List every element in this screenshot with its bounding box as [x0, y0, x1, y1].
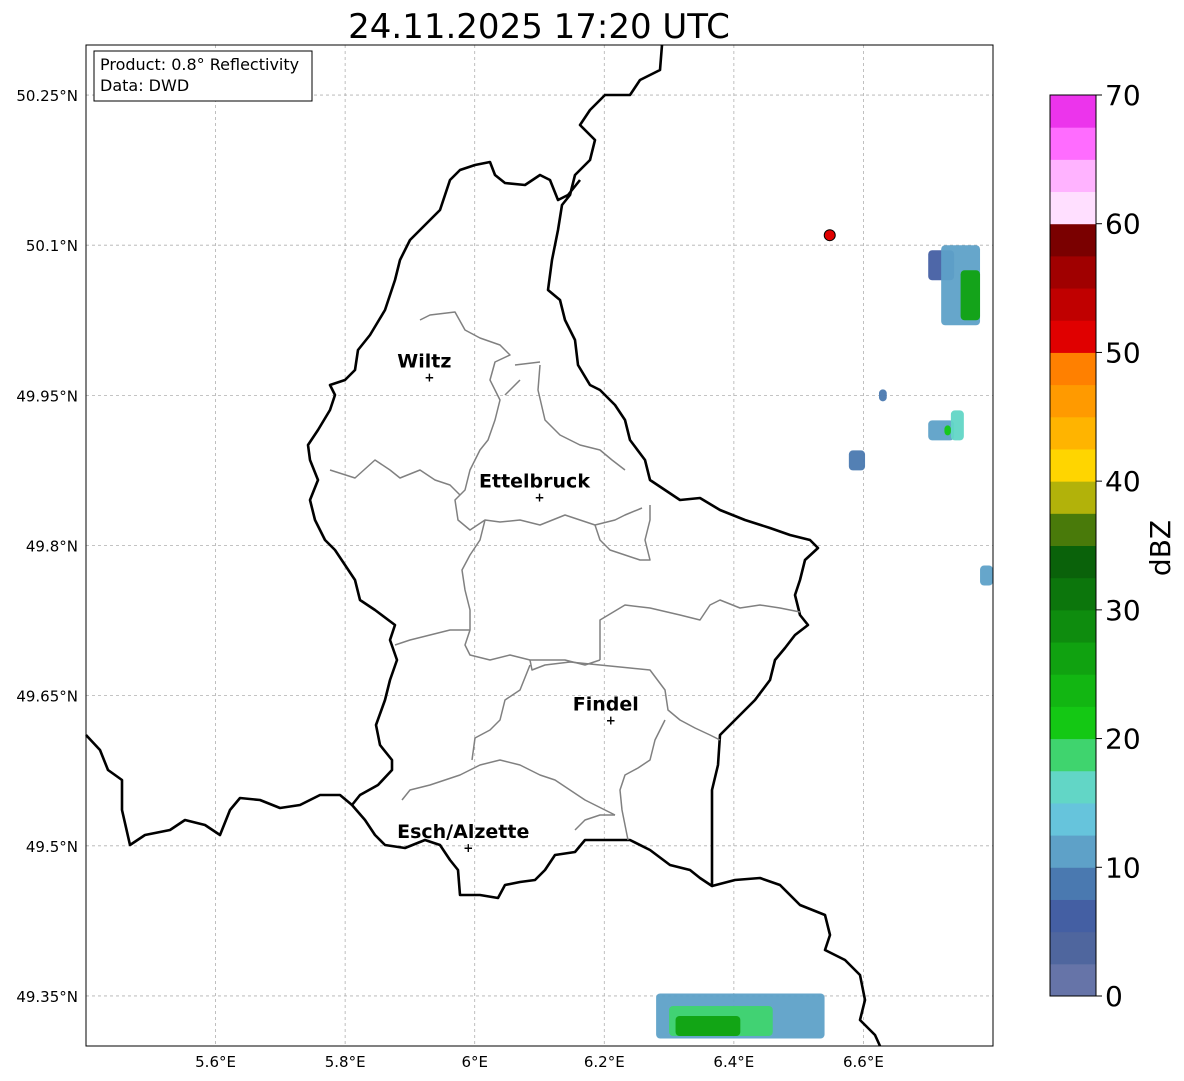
colorbar-segment [1050, 738, 1096, 772]
city-label: Esch/Alzette [397, 821, 529, 843]
colorbar-segment [1050, 545, 1096, 579]
map-title: 24.11.2025 17:20 UTC [348, 7, 730, 47]
city-label: Wiltz [397, 350, 451, 372]
colorbar-segment [1050, 609, 1096, 643]
colorbar-tick-label: 50 [1105, 336, 1141, 369]
lat-tick-label: 49.65°N [16, 688, 78, 706]
lat-tick-label: 49.8°N [26, 538, 78, 556]
radar-echo [675, 1015, 741, 1036]
colorbar-segment [1050, 159, 1096, 193]
lon-tick-label: 6.2°E [584, 1053, 625, 1071]
radar-echo [960, 270, 981, 321]
info-box: Product: 0.8° Reflectivity Data: DWD [93, 50, 313, 102]
colorbar-segment [1050, 931, 1096, 965]
colorbar-segment [1050, 191, 1096, 225]
city-marker: + [424, 370, 434, 384]
colorbar-segment [1050, 867, 1096, 900]
colorbar-segment [1050, 448, 1096, 482]
colorbar-segment [1050, 127, 1096, 160]
lat-tick-label: 49.5°N [26, 838, 78, 856]
radar-echo [950, 410, 964, 441]
colorbar-segment [1050, 255, 1096, 289]
colorbar-segment [1050, 963, 1096, 997]
colorbar-segment [1050, 320, 1096, 353]
colorbar-tick-label: 40 [1105, 465, 1141, 498]
city-marker: + [534, 490, 544, 504]
colorbar-segment [1050, 577, 1096, 611]
lon-tick-label: 6.6°E [843, 1053, 884, 1071]
map-panel: +Wiltz+Ettelbruck+Findel+Esch/Alzette [85, 44, 994, 1047]
colorbar-segment [1050, 674, 1096, 707]
colorbar-segment [1050, 95, 1096, 128]
colorbar-tick-label: 70 [1105, 79, 1141, 112]
colorbar: 0 10 20 30 40 50 60 70 [1049, 79, 1141, 1013]
colorbar-segment [1050, 706, 1096, 740]
radar-echo [848, 450, 866, 471]
colorbar-tick-label: 20 [1105, 723, 1141, 756]
lon-tick-label: 5.6°E [195, 1053, 236, 1071]
colorbar-segment [1050, 416, 1096, 450]
info-data-source: Data: DWD [100, 76, 189, 95]
colorbar-segment [1050, 513, 1096, 546]
colorbar-tick-label: 0 [1105, 980, 1123, 1013]
city-marker: + [463, 841, 473, 855]
lat-tick-label: 49.95°N [16, 387, 78, 405]
lat-tick-label: 50.25°N [16, 87, 78, 105]
city-marker: + [606, 714, 616, 728]
city-label: Findel [573, 694, 639, 716]
colorbar-segment [1050, 642, 1096, 675]
lon-tick-label: 6°E [461, 1053, 488, 1071]
radar-echo [980, 565, 993, 586]
lat-tick-label: 50.1°N [26, 237, 78, 255]
radar-map-figure: 24.11.2025 17:20 UTC +Wiltz+Ettelbruck+F… [16, 7, 1177, 1071]
radar-echo [878, 389, 887, 402]
colorbar-segment [1050, 384, 1096, 418]
lon-tick-label: 5.8°E [325, 1053, 366, 1071]
radar-site-marker [823, 229, 836, 242]
colorbar-segment [1050, 770, 1096, 804]
radar-echo [944, 425, 951, 436]
colorbar-label: dBZ [1144, 520, 1177, 576]
colorbar-segment [1050, 288, 1096, 321]
colorbar-segment [1050, 835, 1096, 868]
colorbar-tick-label: 10 [1105, 851, 1141, 884]
colorbar-segment [1050, 481, 1096, 514]
colorbar-segment [1050, 352, 1096, 386]
radar-site-layer [823, 229, 836, 242]
lon-tick-label: 6.4°E [713, 1053, 754, 1071]
colorbar-segment [1050, 802, 1096, 836]
colorbar-segment [1050, 899, 1096, 933]
colorbar-tick-label: 60 [1105, 208, 1141, 241]
info-product: Product: 0.8° Reflectivity [100, 55, 299, 74]
colorbar-segment [1050, 223, 1096, 257]
city-label: Ettelbruck [479, 470, 590, 492]
colorbar-tick-label: 30 [1105, 594, 1141, 627]
lat-tick-label: 49.35°N [16, 988, 78, 1006]
